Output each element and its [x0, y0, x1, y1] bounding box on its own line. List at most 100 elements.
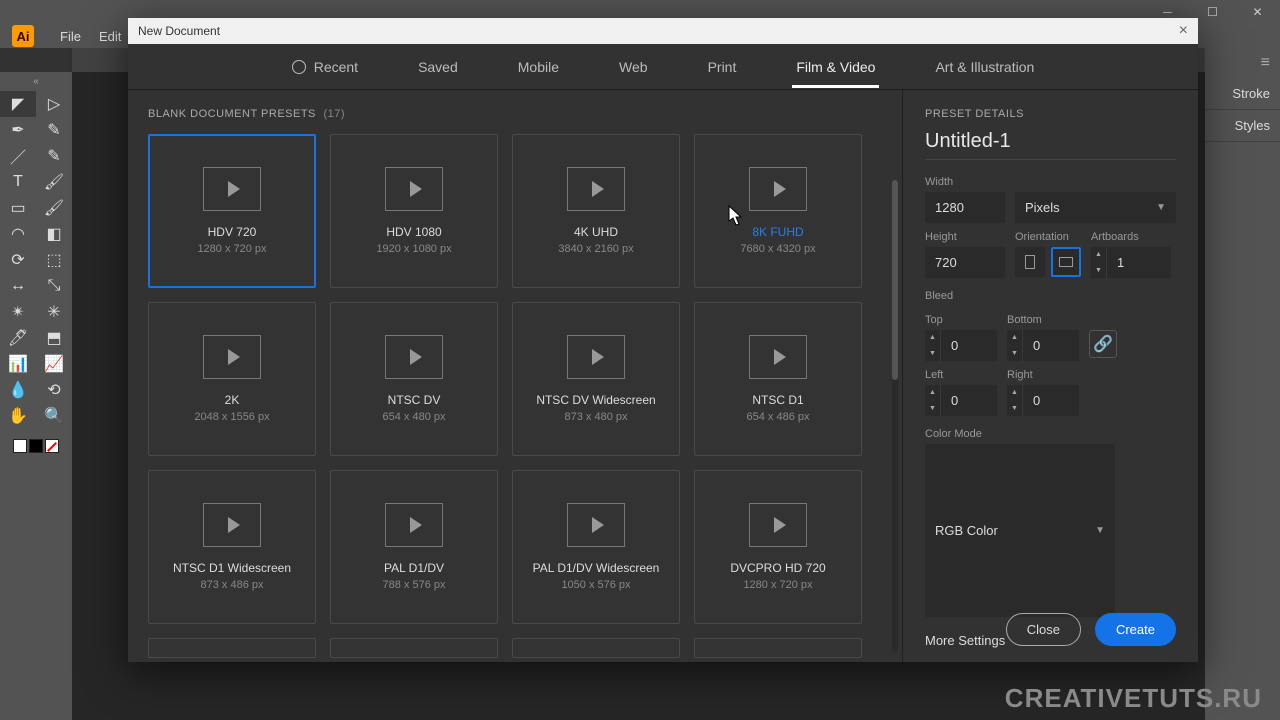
tool-8[interactable]: ▭	[0, 195, 36, 221]
tab-web[interactable]: Web	[615, 47, 652, 87]
tool-22[interactable]: 💧	[0, 377, 36, 403]
color-mode-select[interactable]: RGB Color▼	[925, 444, 1115, 617]
tool-2[interactable]: ✒	[0, 117, 36, 143]
link-bleed-icon[interactable]: 🔗	[1089, 330, 1117, 358]
tool-19[interactable]: ⬒	[36, 325, 72, 351]
preset-dimensions: 2048 x 1556 px	[194, 411, 269, 423]
bleed-left-input[interactable]	[941, 385, 997, 416]
close-button[interactable]: Close	[1006, 613, 1081, 646]
document-name[interactable]: Untitled-1	[925, 130, 1176, 160]
preset-ntsc-d1[interactable]: NTSC D1654 x 486 px	[694, 302, 862, 456]
scrollbar-thumb[interactable]	[892, 180, 898, 380]
tab-art-illustration[interactable]: Art & Illustration	[931, 47, 1038, 87]
tool-14[interactable]: ↔	[0, 273, 36, 299]
tool-0[interactable]: ◤	[0, 91, 36, 117]
tool-18[interactable]: 🖊	[0, 325, 36, 351]
preset-name: PAL D1/DV Widescreen	[533, 561, 660, 575]
step-up-icon[interactable]: ▲	[1091, 247, 1106, 263]
orientation-landscape[interactable]	[1051, 247, 1081, 277]
preset-8k-fuhd[interactable]: 8K FUHD7680 x 4320 px	[694, 134, 862, 288]
bleed-right-input[interactable]	[1023, 385, 1079, 416]
preset-hdv-1080[interactable]: HDV 10801920 x 1080 px	[330, 134, 498, 288]
preset-name: NTSC DV	[388, 393, 441, 407]
tool-4[interactable]: ／	[0, 143, 36, 169]
preset-ntsc-dv-widescreen[interactable]: NTSC DV Widescreen873 x 480 px	[512, 302, 680, 456]
orientation-portrait[interactable]	[1015, 247, 1045, 277]
chevron-down-icon: ▼	[1156, 202, 1166, 213]
fill-stroke-swatches[interactable]	[0, 435, 72, 457]
bleed-bottom-input[interactable]	[1023, 330, 1079, 361]
preset-placeholder[interactable]	[512, 638, 680, 658]
tab-mobile[interactable]: Mobile	[514, 47, 563, 87]
stroke-swatch[interactable]	[29, 439, 43, 453]
tool-3[interactable]: ✎	[36, 117, 72, 143]
tool-1[interactable]: ▷	[36, 91, 72, 117]
tool-10[interactable]: ◠	[0, 221, 36, 247]
panel-tab-styles[interactable]: Styles	[1205, 110, 1280, 142]
play-icon	[567, 503, 625, 547]
artboards-label: Artboards	[1091, 231, 1171, 243]
tool-20[interactable]: 📊	[0, 351, 36, 377]
preset-placeholder[interactable]	[148, 638, 316, 658]
tool-24[interactable]: ✋	[0, 403, 36, 429]
window-close[interactable]: ✕	[1235, 0, 1280, 24]
step-down-icon[interactable]: ▼	[1091, 263, 1106, 279]
presets-scrollbar[interactable]	[892, 180, 898, 652]
units-select[interactable]: Pixels▼	[1015, 192, 1176, 223]
tab-saved[interactable]: Saved	[414, 47, 462, 87]
menu-edit[interactable]: Edit	[99, 29, 121, 44]
preset-name: PAL D1/DV	[384, 561, 444, 575]
play-icon	[385, 335, 443, 379]
dialog-close-icon[interactable]: ×	[1179, 22, 1188, 40]
tool-13[interactable]: ⬚	[36, 247, 72, 273]
panel-tab-stroke[interactable]: Stroke	[1205, 78, 1280, 110]
preset-pal-d1-dv[interactable]: PAL D1/DV 788 x 576 px	[330, 470, 498, 624]
dialog-title: New Document	[138, 24, 220, 38]
tool-21[interactable]: 📈	[36, 351, 72, 377]
tool-23[interactable]: ⟲	[36, 377, 72, 403]
tool-6[interactable]: T	[0, 169, 36, 195]
tool-7[interactable]: 🖌	[36, 169, 72, 195]
artboards-stepper[interactable]: ▲▼	[1091, 247, 1171, 278]
bleed-top-input[interactable]	[941, 330, 997, 361]
height-input[interactable]	[925, 247, 1005, 278]
tab-film-video[interactable]: Film & Video	[792, 47, 879, 87]
preset-4k-uhd[interactable]: 4K UHD3840 x 2160 px	[512, 134, 680, 288]
tool-15[interactable]: ⤡	[36, 273, 72, 299]
width-label: Width	[925, 176, 1176, 188]
tool-11[interactable]: ◧	[36, 221, 72, 247]
details-heading: PRESET DETAILS	[925, 108, 1176, 120]
preset-dimensions: 3840 x 2160 px	[558, 243, 633, 255]
tool-17[interactable]: ✳	[36, 299, 72, 325]
toolbox-collapse-icon[interactable]: «	[0, 76, 72, 91]
fill-swatch[interactable]	[13, 439, 27, 453]
tool-9[interactable]: 🖌	[36, 195, 72, 221]
preset-2k[interactable]: 2K2048 x 1556 px	[148, 302, 316, 456]
none-swatch[interactable]	[45, 439, 59, 453]
tool-16[interactable]: ✴	[0, 299, 36, 325]
tab-print[interactable]: Print	[704, 47, 741, 87]
play-icon	[567, 167, 625, 211]
panel-toggle-icon[interactable]: ≡	[1205, 48, 1280, 78]
preset-dvcpro-hd-720[interactable]: DVCPRO HD 7201280 x 720 px	[694, 470, 862, 624]
play-icon	[749, 335, 807, 379]
preset-dimensions: 788 x 576 px	[383, 579, 446, 591]
preset-dimensions: 654 x 486 px	[747, 411, 810, 423]
new-document-dialog: New Document × Recent Saved Mobile Web Print…	[128, 18, 1198, 662]
create-button[interactable]: Create	[1095, 613, 1176, 646]
artboards-input[interactable]	[1107, 247, 1171, 278]
menu-file[interactable]: File	[60, 29, 81, 44]
preset-hdv-720[interactable]: HDV 7201280 x 720 px	[148, 134, 316, 288]
preset-pal-d1-dv-widescreen[interactable]: PAL D1/DV Widescreen1050 x 576 px	[512, 470, 680, 624]
tab-recent[interactable]: Recent	[288, 47, 362, 87]
preset-placeholder[interactable]	[694, 638, 862, 658]
tool-12[interactable]: ⟳	[0, 247, 36, 273]
toolbox: « ◤▷✒✎／✎T🖌▭🖌◠◧⟳⬚↔⤡✴✳🖊⬒📊📈💧⟲✋🔍	[0, 72, 72, 720]
preset-ntsc-dv[interactable]: NTSC DV654 x 480 px	[330, 302, 498, 456]
preset-ntsc-d1-widescreen[interactable]: NTSC D1 Widescreen873 x 486 px	[148, 470, 316, 624]
width-input[interactable]	[925, 192, 1005, 223]
preset-placeholder[interactable]	[330, 638, 498, 658]
tool-25[interactable]: 🔍	[36, 403, 72, 429]
tool-5[interactable]: ✎	[36, 143, 72, 169]
bleed-left-label: Left	[925, 369, 997, 381]
